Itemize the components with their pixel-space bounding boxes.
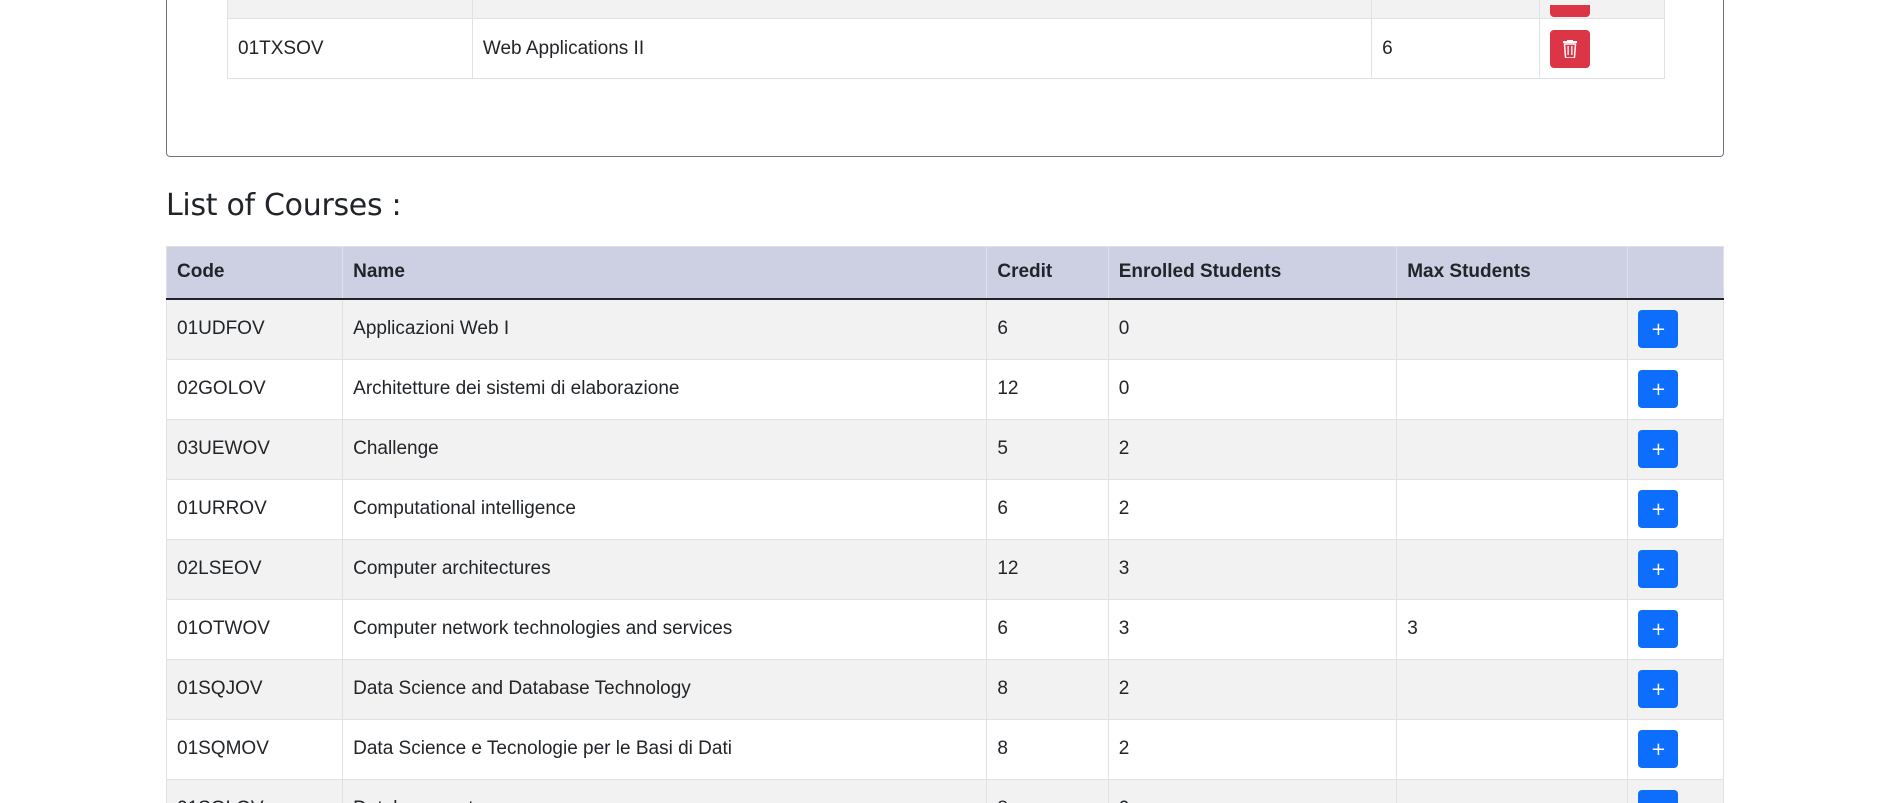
- course-enrolled: 2: [1107, 718, 1398, 780]
- page: 01TXSOV Web Applications II 6 List of Co…: [0, 0, 1889, 803]
- add-course-button[interactable]: +: [1638, 370, 1679, 408]
- table-row: 01UDFOV Applicazioni Web I 6 0 +: [165, 298, 1724, 360]
- column-header-enrolled: Enrolled Students: [1107, 246, 1398, 300]
- course-code: 02LSEOV: [165, 538, 344, 600]
- add-course-button[interactable]: +: [1638, 610, 1679, 648]
- table-row: 01SQLOV Database systems 8 0 +: [165, 778, 1724, 803]
- course-enrolled: 0: [1107, 298, 1398, 360]
- add-course-button[interactable]: +: [1638, 790, 1679, 803]
- course-name: Architetture dei sistemi di elaborazione: [342, 358, 988, 420]
- course-enrolled: 3: [1107, 538, 1398, 600]
- course-code: 01UDFOV: [165, 298, 344, 360]
- course-name: Computer architectures: [342, 538, 988, 600]
- course-max: [1396, 358, 1629, 420]
- course-enrolled: 0: [1107, 358, 1398, 420]
- course-credit: 6: [986, 298, 1109, 360]
- course-code: 01SQJOV: [165, 658, 344, 720]
- delete-course-button[interactable]: [1550, 5, 1591, 17]
- column-header-max: Max Students: [1396, 246, 1629, 300]
- course-enrolled: 3: [1107, 598, 1398, 660]
- course-credit: 12: [986, 358, 1109, 420]
- course-max: [1396, 718, 1629, 780]
- course-max: [1396, 658, 1629, 720]
- add-course-button[interactable]: +: [1638, 670, 1679, 708]
- add-course-button[interactable]: +: [1638, 310, 1679, 348]
- column-header-code: Code: [165, 246, 344, 300]
- course-max: [1396, 478, 1629, 540]
- study-plan-name: Web Applications II: [471, 18, 1373, 79]
- column-header-name: Name: [342, 246, 988, 300]
- course-name: Database systems: [342, 778, 988, 803]
- course-credit: 6: [986, 598, 1109, 660]
- course-credit: 12: [986, 538, 1109, 600]
- course-max: [1396, 418, 1629, 480]
- course-max: [1396, 298, 1629, 360]
- course-code: 01URROV: [165, 478, 344, 540]
- course-max: [1396, 778, 1629, 803]
- courses-header-row: Code Name Credit Enrolled Students Max S…: [165, 246, 1724, 300]
- course-max: 3: [1396, 598, 1629, 660]
- table-row: 01SQMOV Data Science e Tecnologie per le…: [165, 718, 1724, 780]
- delete-course-button[interactable]: [1550, 29, 1591, 68]
- column-header-actions: [1627, 246, 1724, 300]
- course-enrolled: 0: [1107, 778, 1398, 803]
- course-name: Data Science and Database Technology: [342, 658, 988, 720]
- course-code: 02GOLOV: [165, 358, 344, 420]
- table-row: 01SQJOV Data Science and Database Techno…: [165, 658, 1724, 720]
- courses-heading: List of Courses :: [166, 188, 402, 223]
- course-enrolled: 2: [1107, 418, 1398, 480]
- course-name: Computational intelligence: [342, 478, 988, 540]
- course-code: 01OTWOV: [165, 598, 344, 660]
- course-name: Challenge: [342, 418, 988, 480]
- course-credit: 8: [986, 658, 1109, 720]
- table-row: 01URROV Computational intelligence 6 2 +: [165, 478, 1724, 540]
- table-row: 01OTWOV Computer network technologies an…: [165, 598, 1724, 660]
- column-header-credit: Credit: [986, 246, 1109, 300]
- course-max: [1396, 538, 1629, 600]
- course-credit: 5: [986, 418, 1109, 480]
- study-plan-row-partial: [227, 0, 1665, 19]
- trash-icon: [1563, 39, 1578, 58]
- course-credit: 8: [986, 718, 1109, 780]
- course-credit: 8: [986, 778, 1109, 803]
- course-enrolled: 2: [1107, 658, 1398, 720]
- course-code: 01SQLOV: [165, 778, 344, 803]
- study-plan-row: 01TXSOV Web Applications II 6: [227, 18, 1665, 79]
- courses-table: Code Name Credit Enrolled Students Max S…: [165, 246, 1724, 803]
- study-plan-credit: 6: [1371, 18, 1541, 79]
- course-name: Computer network technologies and servic…: [342, 598, 988, 660]
- study-plan-code: 01TXSOV: [227, 18, 473, 79]
- table-row: 02GOLOV Architetture dei sistemi di elab…: [165, 358, 1724, 420]
- add-course-button[interactable]: +: [1638, 430, 1679, 468]
- course-name: Data Science e Tecnologie per le Basi di…: [342, 718, 988, 780]
- table-row: 03UEWOV Challenge 5 2 +: [165, 418, 1724, 480]
- study-plan-table: 01TXSOV Web Applications II 6: [227, 0, 1665, 79]
- course-name: Applicazioni Web I: [342, 298, 988, 360]
- course-enrolled: 2: [1107, 478, 1398, 540]
- add-course-button[interactable]: +: [1638, 550, 1679, 588]
- study-plan-card: 01TXSOV Web Applications II 6: [166, 0, 1724, 157]
- add-course-button[interactable]: +: [1638, 490, 1679, 528]
- course-code: 03UEWOV: [165, 418, 344, 480]
- table-row: 02LSEOV Computer architectures 12 3 +: [165, 538, 1724, 600]
- add-course-button[interactable]: +: [1638, 730, 1679, 768]
- course-credit: 6: [986, 478, 1109, 540]
- course-code: 01SQMOV: [165, 718, 344, 780]
